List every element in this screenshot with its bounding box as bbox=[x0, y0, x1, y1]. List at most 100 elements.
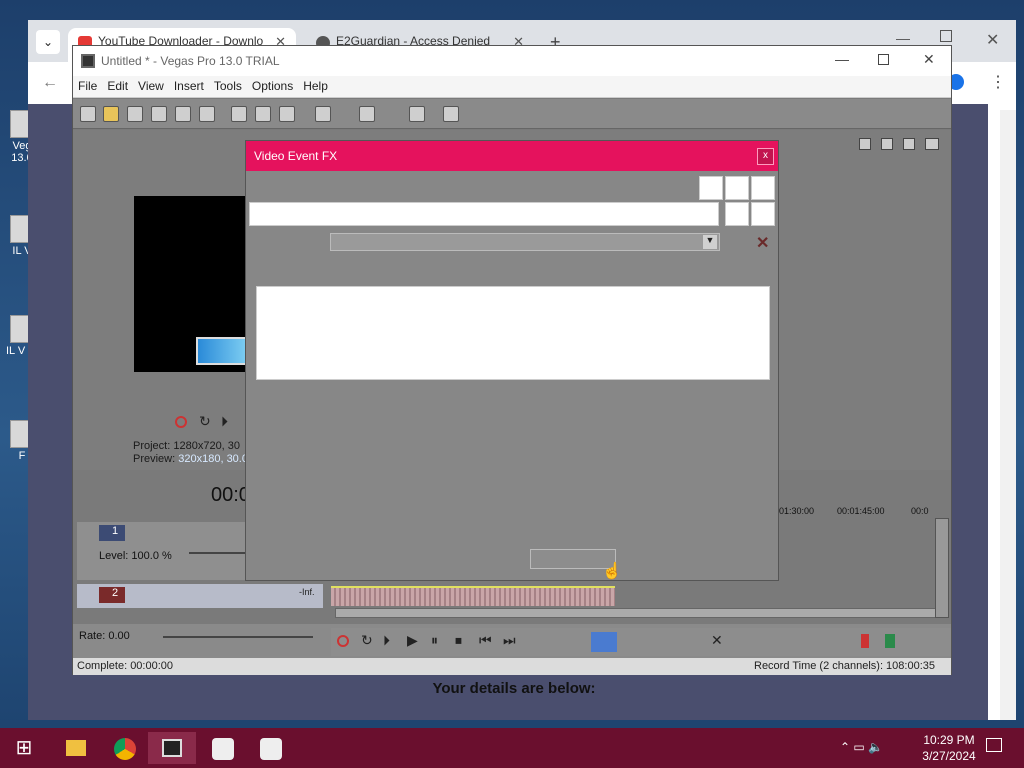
fx-options-button[interactable] bbox=[751, 202, 775, 226]
chrome-icon[interactable] bbox=[104, 732, 144, 764]
preview-value: 320x180, 30.0 bbox=[178, 453, 248, 465]
play-from-start-icon[interactable]: ⏵ bbox=[383, 632, 390, 649]
paste-icon[interactable] bbox=[279, 106, 295, 122]
track-2-meter: -Inf. bbox=[299, 587, 315, 597]
level-slider[interactable] bbox=[189, 552, 249, 554]
clock-time: 10:29 PM bbox=[923, 733, 975, 747]
track-1-number: 1 bbox=[99, 525, 125, 541]
fx-remove-button[interactable] bbox=[751, 176, 775, 200]
tray-icons[interactable]: ⌃ ▭ 🔈 bbox=[840, 740, 883, 754]
fx-parameters-panel bbox=[256, 286, 770, 380]
play-from-start-icon[interactable]: ⏵ bbox=[221, 413, 228, 430]
redo-icon[interactable] bbox=[359, 106, 375, 122]
timeline-ruler: 01:30:00 00:01:45:00 00:0 bbox=[773, 504, 943, 518]
horizontal-scrollbar[interactable] bbox=[335, 608, 947, 618]
rate-slider[interactable] bbox=[163, 636, 313, 638]
open-icon[interactable] bbox=[103, 106, 119, 122]
fx-plugin-chooser-button[interactable] bbox=[725, 176, 749, 200]
bus-icon[interactable] bbox=[925, 138, 939, 150]
status-complete: Complete: 00:00:00 bbox=[77, 660, 174, 672]
new-icon[interactable] bbox=[80, 106, 96, 122]
maximize-icon[interactable] bbox=[940, 30, 952, 42]
back-arrow-icon[interactable]: ← bbox=[42, 74, 58, 92]
loop-icon[interactable]: ↻ bbox=[199, 413, 211, 430]
loop-playback-icon[interactable]: ↻ bbox=[361, 632, 373, 649]
preset-dropdown[interactable]: ▼ bbox=[330, 233, 720, 251]
menu-insert[interactable]: Insert bbox=[169, 76, 209, 96]
mouse-cursor-icon: ☝ bbox=[602, 563, 622, 580]
video-event-fx-dialog: Video Event FX x ▼ ✕ ☝ bbox=[245, 140, 779, 581]
play-icon[interactable]: ▶ bbox=[407, 632, 418, 649]
window-title: Untitled * - Vegas Pro 13.0 TRIAL bbox=[101, 54, 280, 68]
delete-icon[interactable]: ✕ bbox=[711, 632, 723, 649]
windows-start-icon[interactable]: ⊞ bbox=[4, 732, 44, 764]
audio-icon[interactable] bbox=[903, 138, 915, 150]
page-scrollbar[interactable] bbox=[1000, 110, 1016, 720]
minimize-icon[interactable]: — bbox=[835, 51, 849, 67]
undo-icon[interactable] bbox=[315, 106, 331, 122]
menu-view[interactable]: View bbox=[133, 76, 169, 96]
status-record-time: Record Time (2 channels): 108:00:35 bbox=[754, 660, 935, 672]
menu-edit[interactable]: Edit bbox=[102, 76, 133, 96]
clock[interactable]: 10:29 PM 3/27/2024 bbox=[914, 732, 984, 764]
project-label: Project: bbox=[133, 440, 171, 452]
vegas-logo-icon bbox=[81, 54, 95, 68]
menu-icon[interactable]: ⋮ bbox=[990, 72, 1006, 92]
stop-icon[interactable]: ⏹ bbox=[455, 632, 462, 649]
il-taskbar-icon-1[interactable] bbox=[202, 732, 242, 764]
copy-icon[interactable] bbox=[255, 106, 271, 122]
normal-edit-tool-icon[interactable] bbox=[591, 632, 617, 652]
go-to-start-icon[interactable]: ⏮ bbox=[479, 632, 492, 649]
marker-icon[interactable] bbox=[861, 634, 869, 648]
project-value: 1280x720, 30 bbox=[173, 440, 241, 452]
dialog-title: Video Event FX bbox=[254, 149, 338, 163]
record-icon[interactable] bbox=[337, 635, 349, 647]
close-window-icon[interactable]: ✕ bbox=[923, 51, 935, 68]
go-to-end-icon[interactable]: ⏭ bbox=[503, 632, 516, 649]
enable-snapping-icon[interactable] bbox=[409, 106, 425, 122]
render-icon[interactable] bbox=[175, 106, 191, 122]
taskbar: ⊞ ⌃ ▭ 🔈 10:29 PM 3/27/2024 bbox=[0, 728, 1024, 768]
minimize-icon[interactable]: — bbox=[896, 30, 910, 46]
vegas-taskbar-icon[interactable] bbox=[148, 732, 196, 764]
dialog-titlebar: Video Event FX x bbox=[246, 141, 778, 171]
menu-file[interactable]: File bbox=[73, 76, 102, 96]
menu-tools[interactable]: Tools bbox=[209, 76, 247, 96]
maximize-icon[interactable] bbox=[878, 54, 889, 65]
preview-label: Preview: bbox=[133, 453, 176, 465]
vegas-titlebar: Untitled * - Vegas Pro 13.0 TRIAL — ✕ bbox=[73, 46, 951, 76]
close-window-icon[interactable]: ✕ bbox=[986, 30, 999, 50]
audio-event[interactable] bbox=[331, 586, 615, 606]
whats-this-help-icon[interactable] bbox=[443, 106, 459, 122]
vertical-scrollbar[interactable] bbox=[935, 518, 949, 618]
project-info: Project: 1280x720, 30 Preview: 320x180, … bbox=[133, 440, 248, 466]
page-heading: Your details are below: bbox=[432, 680, 596, 697]
delete-preset-icon[interactable]: ✕ bbox=[756, 233, 769, 253]
file-explorer-icon[interactable] bbox=[56, 732, 96, 764]
status-bar: Complete: 00:00:00 Record Time (2 channe… bbox=[73, 658, 951, 675]
track-2-number: 2 bbox=[99, 587, 125, 603]
properties-icon[interactable] bbox=[199, 106, 215, 122]
clock-date: 3/27/2024 bbox=[922, 749, 976, 763]
close-dialog-button[interactable]: x bbox=[757, 148, 774, 165]
cut-icon[interactable] bbox=[231, 106, 247, 122]
fx-chain-field[interactable] bbox=[249, 202, 719, 226]
save-as-icon[interactable] bbox=[151, 106, 167, 122]
track-2-header[interactable]: 2 -Inf. bbox=[77, 584, 323, 608]
region-icon[interactable] bbox=[885, 634, 895, 648]
fx-chain-button[interactable] bbox=[699, 176, 723, 200]
menu-help[interactable]: Help bbox=[298, 76, 333, 96]
split-screen-icon[interactable] bbox=[859, 138, 871, 150]
track-1-level: Level: 100.0 % bbox=[99, 550, 172, 562]
menu-options[interactable]: Options bbox=[247, 76, 298, 96]
transport-bar: ↻ ⏵ ▶ ⏸ ⏹ ⏮ ⏭ ✕ bbox=[331, 628, 951, 656]
ruler-tick: 00:01:45:00 bbox=[837, 506, 885, 516]
notifications-icon[interactable] bbox=[986, 738, 1002, 752]
il-taskbar-icon-2[interactable] bbox=[250, 732, 290, 764]
tab-search-button[interactable]: ⌄ bbox=[36, 30, 60, 54]
fx-bypass-button[interactable] bbox=[725, 202, 749, 226]
mixer-icon[interactable] bbox=[881, 138, 893, 150]
record-icon[interactable] bbox=[175, 416, 187, 428]
pause-icon[interactable]: ⏸ bbox=[431, 632, 438, 649]
save-icon[interactable] bbox=[127, 106, 143, 122]
